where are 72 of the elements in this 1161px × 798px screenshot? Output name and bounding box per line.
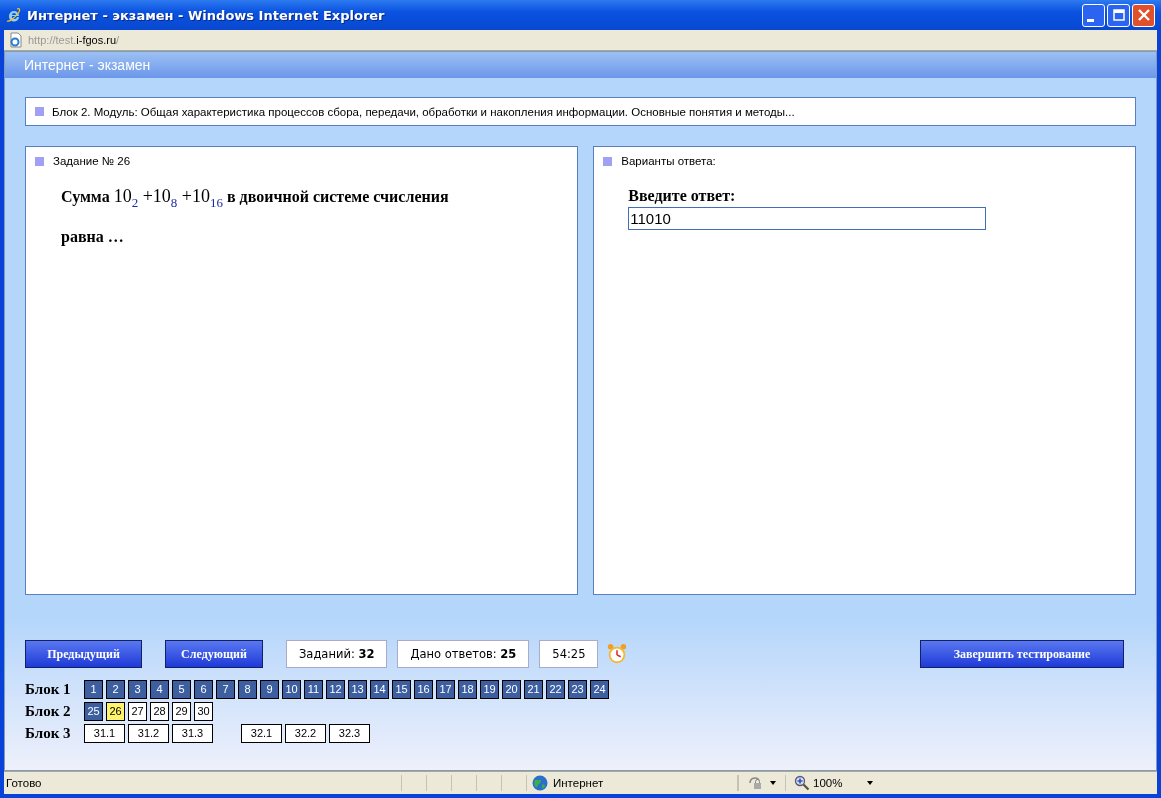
block-label: Блок 1 <box>25 680 72 698</box>
minimize-icon <box>1087 18 1094 22</box>
caret-icon <box>769 779 777 787</box>
status-text: Готово <box>5 777 43 789</box>
square-bullet-icon <box>603 156 613 166</box>
question-number-button[interactable]: 1 <box>84 679 103 699</box>
question-number-button[interactable]: 21 <box>524 679 543 699</box>
question-number-button[interactable]: 8 <box>238 679 257 699</box>
question-number-button[interactable]: 29 <box>172 701 191 721</box>
page-header-title: Интернет - экзамен <box>24 57 151 73</box>
question-number-button[interactable]: 13 <box>348 679 367 699</box>
maximize-button[interactable] <box>1107 3 1130 27</box>
question-number-button[interactable]: 6 <box>194 679 213 699</box>
question-number-button[interactable]: 5 <box>172 679 191 699</box>
module-breadcrumb-text: Блок 2. Модуль: Общая характеристика процессов сбора, передачи, обработки и накопления информации. Основные понятия и методы... <box>52 105 795 118</box>
block-label: Блок 3 <box>25 724 72 742</box>
question-number-button[interactable]: 24 <box>590 679 609 699</box>
question-number-button[interactable]: 9 <box>260 679 279 699</box>
browser-logo-icon <box>6 7 22 23</box>
answer-prompt: Введите ответ: <box>628 187 737 205</box>
question-number-button[interactable]: 20 <box>502 679 521 699</box>
question-number-button[interactable]: 27 <box>128 701 147 721</box>
globe-icon <box>532 775 548 791</box>
answered-count-text: Дано ответов: 25 <box>410 647 517 661</box>
question-number-button[interactable]: 18 <box>458 679 477 699</box>
alarm-clock-icon <box>606 643 629 665</box>
question-number-button[interactable]: 26 <box>106 701 125 721</box>
question-number-button[interactable]: 30 <box>194 701 213 721</box>
question-number-button[interactable]: 3 <box>128 679 147 699</box>
answer-heading: Варианты ответа: <box>621 155 716 167</box>
question-number-button[interactable]: 32.3 <box>329 723 370 743</box>
answer-field[interactable]: 11010 <box>628 207 987 230</box>
question-number-button[interactable]: 2 <box>106 679 125 699</box>
timer-text: 54:25 <box>552 647 586 661</box>
question-number-button[interactable]: 7 <box>216 679 235 699</box>
task-question-text: Сумма 10$_{2}$ +10$_{8}$ +10$_{16}$ в двоичной системе счисления равна … <box>61 185 450 248</box>
square-bullet-icon <box>35 107 44 116</box>
minimize-button[interactable] <box>1082 3 1105 27</box>
zoom-icon <box>794 775 810 791</box>
question-number-button[interactable]: 14 <box>370 679 389 699</box>
question-number-button[interactable]: 28 <box>150 701 169 721</box>
question-number-button[interactable]: 22 <box>546 679 565 699</box>
question-number-button[interactable]: 23 <box>568 679 587 699</box>
window-title: Интернет - экзамен - Windows Internet Explorer <box>27 7 385 23</box>
question-number-button[interactable]: 17 <box>436 679 455 699</box>
question-number-button[interactable]: 10 <box>282 679 301 699</box>
page-icon <box>8 32 24 48</box>
question-number-button[interactable]: 16 <box>414 679 433 699</box>
question-number-button[interactable]: 4 <box>150 679 169 699</box>
square-bullet-icon <box>35 156 44 166</box>
question-number-button[interactable]: 15 <box>392 679 411 699</box>
lock-icon <box>747 775 763 791</box>
zoom-button[interactable]: 100% <box>785 775 882 791</box>
next-button[interactable]: Следующий <box>165 640 263 668</box>
security-zone-text: Интернет <box>553 777 604 789</box>
address-url[interactable]: http://test.i-fgos.ru/ <box>28 34 120 46</box>
block-label: Блок 2 <box>25 702 72 720</box>
tasks-count-text: Заданий: 32 <box>299 647 375 661</box>
caret-icon <box>866 779 874 787</box>
question-number-button[interactable]: 12 <box>326 679 345 699</box>
question-number-button[interactable]: 32.2 <box>285 723 326 743</box>
finish-test-button[interactable]: Завершить тестирование <box>920 640 1124 668</box>
question-number-button[interactable]: 31.3 <box>172 723 213 743</box>
question-number-button[interactable]: 31.2 <box>128 723 169 743</box>
question-number-button[interactable]: 31.1 <box>84 723 125 743</box>
previous-button[interactable]: Предыдущий <box>25 640 142 668</box>
question-number-button[interactable]: 19 <box>480 679 499 699</box>
close-button[interactable] <box>1132 3 1155 27</box>
question-number-button[interactable]: 11 <box>304 679 323 699</box>
question-number-button[interactable]: 25 <box>84 701 103 721</box>
task-heading: Задание № 26 <box>53 155 131 167</box>
question-number-button[interactable]: 32.1 <box>241 723 282 743</box>
